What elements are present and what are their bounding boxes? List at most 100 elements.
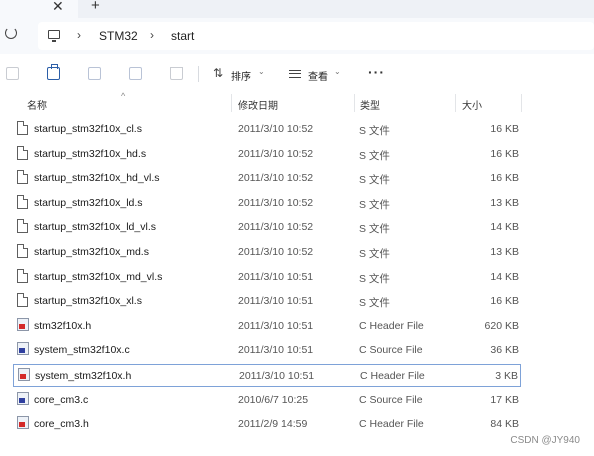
file-size: 16 KB	[490, 172, 519, 185]
file-name: startup_stm32f10x_md.s	[34, 246, 149, 258]
file-type: S 文件	[359, 174, 390, 187]
c-source-icon	[17, 342, 29, 356]
file-row[interactable]: system_stm32f10x.c 2011/3/10 10:51 C Sourc…	[13, 339, 521, 362]
file-type: S 文件	[359, 248, 390, 260]
file-size: 16 KB	[490, 123, 519, 135]
file-size: 14 KB	[490, 270, 519, 283]
file-type: C Header File	[359, 319, 424, 332]
c-header-icon	[17, 317, 29, 331]
breadcrumb-item-start[interactable]: start	[171, 29, 194, 43]
file-size: 17 KB	[490, 393, 519, 406]
file-date: 2011/3/10 10:51	[238, 319, 314, 332]
file-type: C Header File	[360, 370, 425, 382]
file-row[interactable]: stm32f10x.h 2011/3/10 10:51 C Header File 6…	[13, 315, 521, 338]
file-row[interactable]: startup_stm32f10x_cl.s 2011/3/10 10:52 S 文…	[13, 118, 521, 141]
file-name: startup_stm32f10x_md_vl.s	[34, 270, 163, 283]
file-row[interactable]: system_stm32f10x.h 2011/3/10 10:51 C Heade…	[13, 364, 521, 387]
close-tab-icon[interactable]: ✕	[52, 0, 64, 13]
file-row[interactable]: startup_stm32f10x_md.s 2011/3/10 10:52 S 文…	[13, 241, 521, 264]
file-type: S 文件	[359, 272, 390, 285]
address-bar: › STM32 › start	[0, 18, 594, 54]
file-name: startup_stm32f10x_ld.s	[34, 196, 143, 209]
file-date: 2011/3/10 10:52	[238, 123, 314, 135]
share-icon[interactable]	[129, 67, 142, 80]
more-options-button[interactable]: ···	[368, 64, 385, 80]
tab-strip: ✕ +	[0, 0, 594, 18]
file-row[interactable]: startup_stm32f10x_xl.s 2011/3/10 10:51 S 文…	[13, 290, 521, 313]
column-divider[interactable]	[521, 94, 522, 112]
column-header-date[interactable]: 修改日期	[238, 97, 278, 112]
file-size: 620 KB	[484, 319, 519, 332]
new-tab-icon[interactable]: +	[91, 0, 100, 14]
column-divider[interactable]	[455, 94, 456, 112]
chevron-down-icon[interactable]: ⌄	[258, 67, 265, 76]
s-file-icon	[17, 244, 28, 258]
c-header-icon	[17, 416, 29, 430]
file-size: 16 KB	[490, 147, 519, 160]
file-size: 13 KB	[490, 246, 519, 258]
file-row[interactable]: startup_stm32f10x_md_vl.s 2011/3/10 10:51…	[13, 266, 521, 289]
delete-icon[interactable]	[170, 67, 183, 80]
breadcrumb[interactable]: › STM32 › start	[38, 22, 594, 50]
file-size: 13 KB	[490, 196, 519, 209]
file-name: startup_stm32f10x_hd.s	[34, 147, 147, 160]
s-file-icon	[17, 170, 28, 185]
column-header-type[interactable]: 类型	[360, 97, 380, 112]
file-row[interactable]: startup_stm32f10x_ld.s 2011/3/10 10:52 S 文…	[13, 192, 521, 215]
file-row[interactable]: startup_stm32f10x_hd.s 2011/3/10 10:52 S 文…	[13, 143, 521, 166]
this-pc-icon[interactable]	[48, 30, 60, 42]
command-bar: ⇅ 排序 ⌄ 查看 ⌄ ···	[0, 54, 594, 94]
file-type: S 文件	[359, 149, 390, 162]
file-date: 2011/3/10 10:52	[238, 172, 314, 185]
s-file-icon	[17, 194, 28, 209]
paste-icon[interactable]	[47, 64, 60, 80]
sort-icon[interactable]: ⇅	[213, 66, 223, 80]
file-date: 2011/3/10 10:52	[238, 196, 314, 209]
file-name: core_cm3.c	[34, 393, 89, 406]
chevron-right-icon[interactable]: ›	[77, 28, 81, 42]
s-file-icon	[17, 293, 28, 308]
file-name: system_stm32f10x.c	[34, 344, 130, 357]
column-divider[interactable]	[231, 94, 232, 112]
toolbar-divider	[198, 66, 199, 82]
file-row[interactable]: startup_stm32f10x_hd_vl.s 2011/3/10 10:52…	[13, 167, 521, 190]
file-row[interactable]: core_cm3.h 2011/2/9 14:59 C Header File 84 …	[13, 413, 521, 436]
file-date: 2011/2/9 14:59	[238, 418, 308, 431]
file-type: S 文件	[359, 125, 390, 137]
file-row[interactable]: core_cm3.c 2010/6/7 10:25 C Source File 17 …	[13, 389, 521, 412]
file-date: 2011/3/10 10:51	[238, 270, 314, 283]
view-button[interactable]: 查看	[308, 68, 328, 83]
file-row[interactable]: startup_stm32f10x_ld_vl.s 2011/3/10 10:52…	[13, 216, 521, 239]
file-date: 2011/3/10 10:51	[239, 370, 315, 382]
file-size: 84 KB	[490, 418, 519, 431]
cut-icon[interactable]	[6, 67, 19, 80]
view-icon[interactable]	[289, 70, 301, 78]
refresh-icon[interactable]	[5, 27, 17, 39]
file-type: S 文件	[359, 223, 390, 236]
file-name: startup_stm32f10x_ld_vl.s	[34, 221, 156, 234]
breadcrumb-item-stm32[interactable]: STM32	[99, 29, 138, 43]
sort-caret-icon: ^	[121, 91, 126, 101]
sort-button[interactable]: 排序	[231, 68, 251, 83]
column-divider[interactable]	[354, 94, 355, 112]
file-size: 16 KB	[490, 295, 519, 308]
file-date: 2011/3/10 10:52	[238, 147, 314, 160]
file-type: C Source File	[359, 344, 423, 357]
column-header-size[interactable]: 大小	[462, 97, 482, 112]
column-header-name[interactable]: 名称	[27, 97, 47, 112]
chevron-right-icon[interactable]: ›	[150, 28, 154, 42]
s-file-icon	[17, 121, 28, 135]
file-size: 36 KB	[490, 344, 519, 357]
c-header-icon	[18, 368, 30, 381]
file-date: 2010/6/7 10:25	[238, 393, 309, 406]
tab-current[interactable]: ✕	[0, 0, 78, 18]
watermark: CSDN @JY940	[510, 435, 580, 446]
chevron-down-icon[interactable]: ⌄	[334, 67, 341, 76]
file-name: system_stm32f10x.h	[35, 370, 132, 382]
rename-icon[interactable]	[88, 67, 101, 80]
file-date: 2011/3/10 10:52	[238, 221, 314, 234]
file-type: S 文件	[359, 198, 390, 211]
file-size: 3 KB	[495, 370, 518, 382]
file-date: 2011/3/10 10:51	[238, 295, 314, 308]
file-name: startup_stm32f10x_cl.s	[34, 123, 142, 135]
